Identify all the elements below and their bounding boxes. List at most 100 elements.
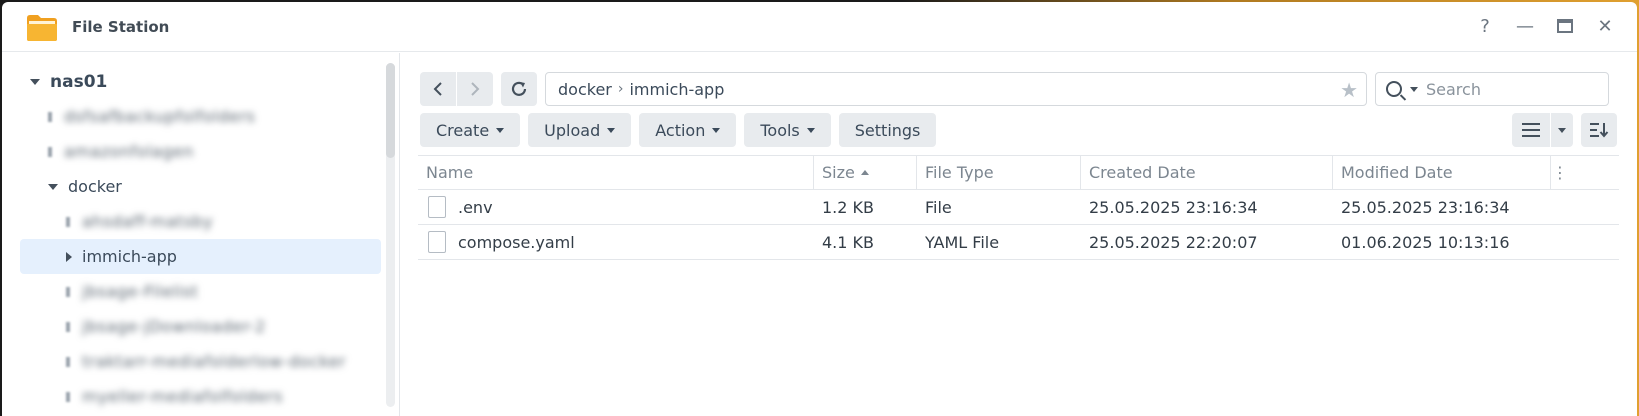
column-created-label: Created Date — [1089, 163, 1196, 182]
tree-item[interactable]: dsfsafbackupfolfolders — [2, 99, 399, 134]
minimize-icon[interactable]: — — [1515, 14, 1535, 38]
search-icon[interactable] — [1386, 81, 1402, 97]
file-modified-date: 25.05.2025 23:16:34 — [1341, 197, 1510, 217]
tree-root-label: nas01 — [50, 71, 108, 92]
chevron-left-icon — [433, 82, 442, 96]
search-input[interactable]: Search — [1375, 72, 1609, 106]
action-label: Action — [655, 120, 706, 140]
table-row[interactable]: .env 1.2 KB File 25.05.2025 23:16:34 25.… — [418, 190, 1619, 225]
folder-app-icon — [26, 12, 58, 42]
file-icon — [428, 231, 446, 253]
file-size: 1.2 KB — [822, 197, 874, 217]
tree-item-label: dsfsafbackupfolfolders — [64, 107, 256, 126]
column-created-date[interactable]: Created Date — [1081, 156, 1333, 189]
tools-label: Tools — [760, 120, 800, 140]
tree-item-label: myeller-mediafolfolders — [82, 387, 283, 406]
list-view-button[interactable] — [1512, 113, 1550, 147]
tree-root-nas01[interactable]: nas01 — [2, 64, 399, 99]
dropdown-caret-icon — [496, 127, 505, 133]
action-toolbar: Create Upload Action Tools Settings — [420, 113, 1617, 147]
maximize-icon[interactable] — [1555, 14, 1575, 38]
chevron-right-icon — [471, 82, 480, 96]
column-modified-date[interactable]: Modified Date — [1333, 156, 1551, 189]
breadcrumb-docker[interactable]: docker — [558, 80, 612, 99]
upload-button[interactable]: Upload — [528, 113, 632, 147]
bullet-icon — [66, 321, 70, 332]
navigation-bar: docker › immich-app ★ Search — [420, 72, 1617, 106]
search-options-caret-icon[interactable] — [1410, 86, 1418, 92]
chevron-down-icon — [1558, 127, 1566, 133]
tree-item-label: ahsdaff-matsby — [82, 212, 214, 231]
back-button[interactable] — [420, 72, 456, 106]
expanded-caret-icon[interactable] — [48, 183, 58, 190]
file-name: compose.yaml — [458, 232, 575, 252]
dropdown-caret-icon — [712, 127, 721, 133]
bullet-icon — [48, 111, 52, 122]
table-row[interactable]: compose.yaml 4.1 KB YAML File 25.05.2025… — [418, 225, 1619, 260]
upload-label: Upload — [544, 120, 601, 140]
search-placeholder: Search — [1426, 79, 1481, 99]
column-file-type[interactable]: File Type — [917, 156, 1081, 189]
file-modified-date: 01.06.2025 10:13:16 — [1341, 232, 1510, 252]
forward-button[interactable] — [457, 72, 493, 106]
bullet-icon — [66, 356, 70, 367]
window-title: File Station — [72, 17, 170, 36]
table-header: Name Size File Type Created Date Modifie… — [418, 155, 1619, 190]
dropdown-caret-icon — [806, 127, 815, 133]
create-label: Create — [436, 120, 490, 140]
help-icon[interactable]: ? — [1475, 14, 1495, 38]
favorite-star-icon[interactable]: ★ — [1340, 78, 1358, 102]
expanded-caret-icon[interactable] — [30, 78, 40, 85]
create-button[interactable]: Create — [420, 113, 521, 147]
sidebar-scrollbar-thumb[interactable] — [386, 63, 395, 158]
bullet-icon — [66, 216, 70, 227]
refresh-button[interactable] — [501, 72, 537, 106]
breadcrumb-immich-app[interactable]: immich-app — [629, 80, 724, 99]
column-name[interactable]: Name — [418, 156, 814, 189]
file-type: File — [925, 197, 952, 217]
tree-item[interactable]: jbsage-jDownloader-2 — [2, 309, 399, 344]
column-options-icon[interactable]: ⋮ — [1551, 156, 1569, 189]
tree-item[interactable]: traktarr-mediafolderlow-docker — [2, 344, 399, 379]
dropdown-caret-icon — [607, 127, 616, 133]
file-table: Name Size File Type Created Date Modifie… — [418, 155, 1619, 260]
list-view-icon — [1522, 123, 1540, 137]
bullet-icon — [66, 286, 70, 297]
folder-tree: nas01 dsfsafbackupfolfolders amazonfolag… — [2, 53, 400, 416]
collapsed-caret-icon[interactable] — [66, 251, 72, 262]
tree-item-label: docker — [68, 177, 122, 196]
file-created-date: 25.05.2025 22:20:07 — [1089, 232, 1258, 252]
sort-icon — [1590, 123, 1609, 138]
file-type: YAML File — [925, 232, 1000, 252]
column-type-label: File Type — [925, 163, 994, 182]
view-mode-dropdown[interactable] — [1551, 113, 1573, 147]
column-name-label: Name — [426, 163, 474, 182]
column-size-label: Size — [822, 163, 855, 182]
file-station-window: File Station ? — ✕ nas01 dsfsafbackupfol… — [2, 2, 1637, 416]
sort-button[interactable] — [1581, 113, 1617, 147]
tools-button[interactable]: Tools — [744, 113, 831, 147]
tree-item-label: immich-app — [82, 247, 177, 266]
sort-ascending-icon — [860, 170, 869, 175]
settings-button[interactable]: Settings — [838, 113, 937, 147]
title-bar: File Station ? — ✕ — [2, 2, 1637, 52]
column-size[interactable]: Size — [814, 156, 917, 189]
tree-item[interactable]: amazonfolagen — [2, 134, 399, 169]
breadcrumb-separator-icon: › — [617, 81, 624, 97]
tree-item-label: jbsage-jDownloader-2 — [82, 317, 266, 336]
tree-item[interactable]: myeller-mediafolfolders — [2, 379, 399, 414]
file-created-date: 25.05.2025 23:16:34 — [1089, 197, 1258, 217]
action-button[interactable]: Action — [639, 113, 737, 147]
sidebar-scrollbar[interactable] — [386, 63, 395, 407]
file-icon — [428, 196, 446, 218]
tree-item-label: traktarr-mediafolderlow-docker — [82, 352, 346, 371]
tree-item-immich-app[interactable]: immich-app — [20, 239, 381, 274]
file-name: .env — [458, 197, 493, 217]
tree-item-docker[interactable]: docker — [2, 169, 399, 204]
refresh-icon — [511, 81, 527, 96]
tree-item[interactable]: ahsdaff-matsby — [2, 204, 399, 239]
tree-item[interactable]: jbsage-Filelist — [2, 274, 399, 309]
file-size: 4.1 KB — [822, 232, 874, 252]
close-icon[interactable]: ✕ — [1595, 14, 1615, 38]
path-bar[interactable]: docker › immich-app ★ — [545, 72, 1367, 106]
